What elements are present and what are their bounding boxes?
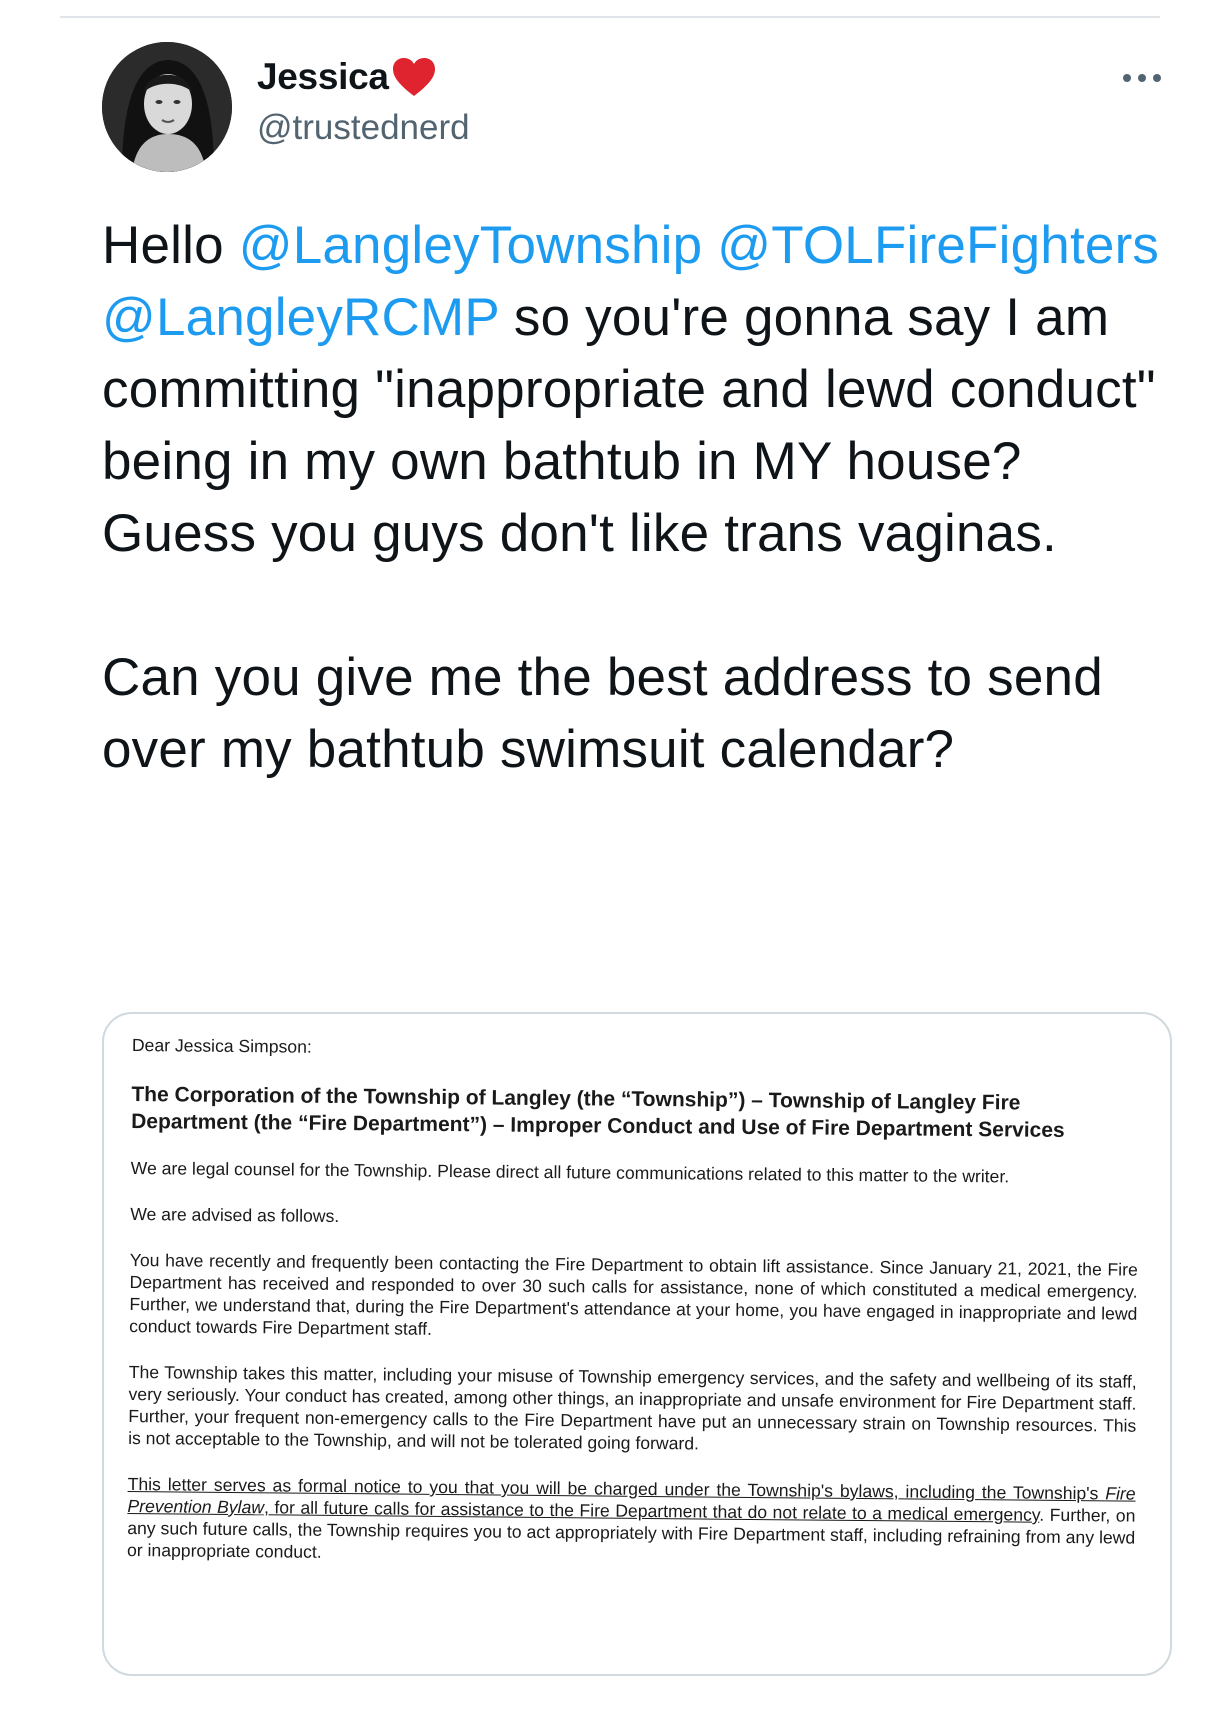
- tweet-paragraph-2: Can you give me the best address to send…: [102, 648, 1103, 779]
- attached-letter-image[interactable]: Dear Jessica Simpson: The Corporation of…: [102, 1012, 1172, 1676]
- letter-notice-underlined: This letter serves as formal notice to y…: [127, 1474, 1135, 1525]
- mention-langley-rcmp[interactable]: @LangleyRCMP: [102, 288, 499, 347]
- tweet-paragraph-1: Hello @LangleyTownship @TOLFireFighters …: [102, 210, 1162, 570]
- letter-salutation: Dear Jessica Simpson:: [131, 1035, 312, 1057]
- more-options-icon[interactable]: [1112, 60, 1172, 96]
- tweet-text: Hello @LangleyTownship @TOLFireFighters …: [102, 210, 1162, 786]
- dot: [1138, 74, 1146, 82]
- letter-paragraph-5: This letter serves as formal notice to y…: [127, 1473, 1136, 1571]
- dot: [1123, 74, 1131, 82]
- author-name[interactable]: Jessica: [257, 56, 437, 98]
- author-name-text: Jessica: [257, 56, 389, 97]
- mention-langley-township[interactable]: @LangleyTownship: [239, 216, 703, 275]
- avatar[interactable]: [102, 42, 232, 172]
- red-heart-icon: [392, 58, 435, 96]
- letter-subject: The Corporation of the Township of Langl…: [131, 1082, 1065, 1142]
- letter-paragraph-2: We are advised as follows.: [130, 1203, 340, 1226]
- dot: [1153, 74, 1161, 82]
- tweet-header: Jessica @trustednerd: [102, 42, 1172, 174]
- tweet-text-greeting: Hello: [102, 216, 239, 275]
- letter-document: Dear Jessica Simpson: The Corporation of…: [127, 1034, 1140, 1595]
- letter-paragraph-1: We are legal counsel for the Township. P…: [130, 1157, 1010, 1187]
- mention-tol-firefighters[interactable]: @TOLFireFighters: [717, 216, 1159, 275]
- top-divider: [60, 16, 1160, 18]
- letter-paragraph-4: The Township takes this matter, includin…: [128, 1361, 1137, 1454]
- letter-paragraph-3: You have recently and frequently been co…: [129, 1249, 1138, 1339]
- author-handle[interactable]: @trustednerd: [257, 108, 470, 148]
